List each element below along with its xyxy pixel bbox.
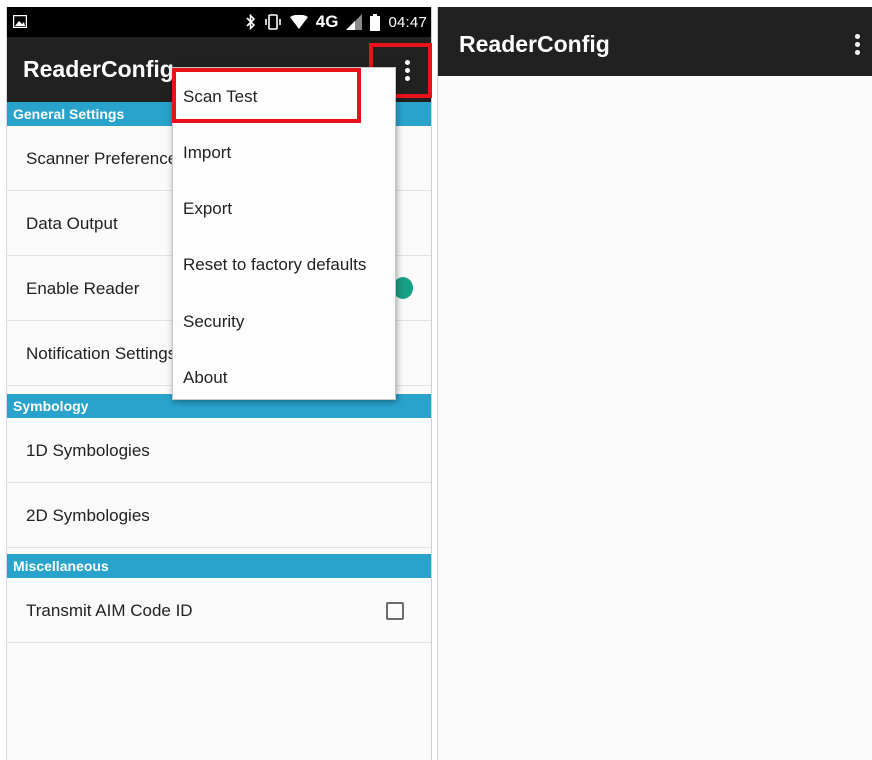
pref-label: Scanner Preferences: [26, 149, 186, 168]
app-bar-right: ReaderConfig: [438, 7, 872, 76]
gallery-icon: [13, 15, 27, 28]
app-title: ReaderConfig: [23, 56, 174, 82]
vibrate-icon: [264, 14, 281, 30]
pref-label: Data Output: [26, 214, 118, 233]
pref-label: Notification Settings: [26, 344, 177, 363]
section-header-miscellaneous: Miscellaneous: [7, 554, 431, 578]
menu-item-about[interactable]: About: [173, 350, 397, 406]
menu-item-import[interactable]: Import: [173, 125, 397, 181]
pref-transmit-aim-code-id[interactable]: Transmit AIM Code ID: [7, 578, 431, 643]
status-time: 04:47: [388, 13, 427, 31]
status-bar: 4G 04:47: [7, 7, 431, 37]
app-title-right: ReaderConfig: [459, 31, 610, 57]
menu-item-security[interactable]: Security: [173, 294, 397, 350]
pref-label: 2D Symbologies: [26, 506, 150, 525]
pref-1d-symbologies[interactable]: 1D Symbologies: [7, 418, 431, 483]
overflow-menu-icon-right[interactable]: [847, 29, 867, 59]
signal-icon: [346, 14, 363, 30]
pref-label: Enable Reader: [26, 279, 140, 298]
menu-item-reset[interactable]: Reset to factory defaults: [173, 237, 397, 293]
bluetooth-icon: [246, 14, 255, 30]
network-type: 4G: [315, 12, 339, 31]
wifi-icon: [289, 15, 308, 29]
pref-label: 1D Symbologies: [26, 441, 150, 460]
battery-icon: [370, 13, 381, 31]
transmit-aim-checkbox[interactable]: [386, 602, 404, 620]
pref-label: Transmit AIM Code ID: [26, 601, 193, 620]
status-icons: 4G 04:47: [246, 7, 427, 37]
scan-test-highlight-box: [172, 68, 361, 123]
pref-2d-symbologies[interactable]: 2D Symbologies: [7, 483, 431, 548]
right-phone-screen: ReaderConfig: [437, 7, 872, 760]
menu-item-export[interactable]: Export: [173, 181, 397, 237]
